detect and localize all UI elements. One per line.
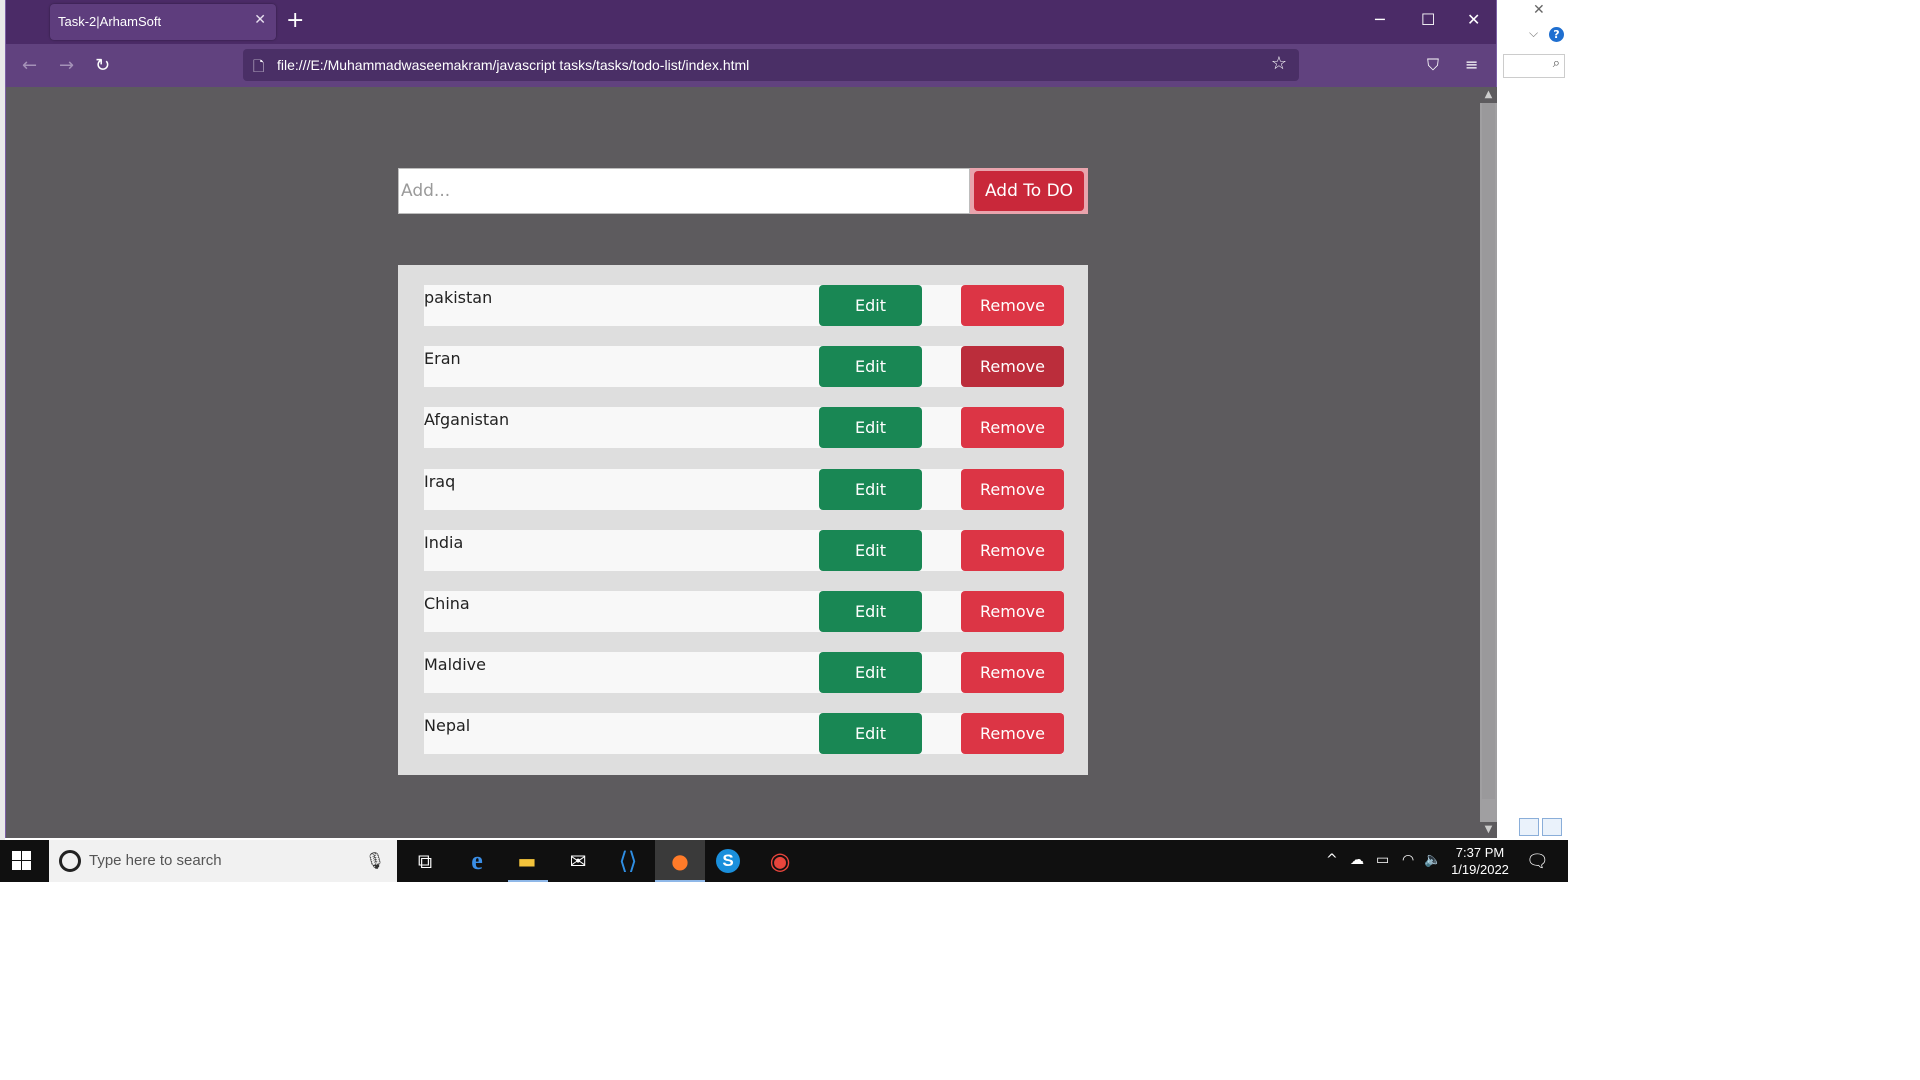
taskbar-search[interactable]: Type here to search 🎙	[49, 840, 397, 882]
remove-button[interactable]: Remove	[961, 346, 1064, 387]
todo-item-text: India	[424, 533, 464, 552]
todo-item-text: Eran	[424, 349, 461, 368]
new-tab-button[interactable]: +	[286, 8, 304, 33]
tab-bar: Task-2|ArhamSoft ✕ + ─ ☐ ✕	[6, 0, 1496, 44]
mail-icon[interactable]: ✉	[564, 847, 592, 875]
firefox-window: Task-2|ArhamSoft ✕ + ─ ☐ ✕ ← → ↻ 🗋 file:…	[5, 0, 1497, 838]
notification-icon[interactable]: 🗨	[1526, 851, 1549, 872]
clock-date: 1/19/2022	[1451, 862, 1509, 877]
todo-item: Nepal Edit Remove	[424, 713, 1064, 754]
chevron-down-icon[interactable]: ⌵	[1529, 26, 1538, 41]
todo-item: India Edit Remove	[424, 530, 1064, 571]
taskbar-search-placeholder: Type here to search	[89, 852, 222, 869]
todo-item-text: Maldive	[424, 655, 486, 674]
chrome-icon[interactable]: ◉	[766, 847, 794, 875]
menu-icon[interactable]: ≡	[1465, 55, 1478, 74]
task-view-icon[interactable]: ⧉	[411, 847, 439, 875]
remove-button[interactable]: Remove	[961, 713, 1064, 754]
firefox-active-indicator	[655, 880, 705, 882]
remove-button[interactable]: Remove	[961, 285, 1064, 326]
todo-item: Eran Edit Remove	[424, 346, 1064, 387]
cortana-icon	[59, 850, 81, 872]
url-text[interactable]: file:///E:/Muhammadwaseemakram/javascrip…	[277, 57, 749, 73]
minimize-icon[interactable]: ─	[1375, 10, 1385, 29]
file-explorer-active-indicator	[508, 880, 548, 882]
edit-button[interactable]: Edit	[819, 652, 922, 693]
remove-button[interactable]: Remove	[961, 591, 1064, 632]
todo-item-text: Nepal	[424, 716, 471, 735]
todo-list: pakistan Edit Remove Eran Edit Remove Afganist…	[398, 265, 1088, 775]
battery-icon[interactable]: ▭	[1376, 852, 1389, 868]
bookmark-star-icon[interactable]: ☆	[1271, 53, 1287, 74]
remove-button[interactable]: Remove	[961, 530, 1064, 571]
scrollbar-thumb[interactable]	[1482, 103, 1495, 799]
edit-button[interactable]: Edit	[819, 285, 922, 326]
window-close-icon[interactable]: ✕	[1467, 10, 1480, 29]
windows-taskbar: Type here to search 🎙 ⧉ e ▬ ✉ ⟨⟩ ● S ◉ ^…	[0, 840, 1568, 882]
todo-item-text: pakistan	[424, 288, 493, 307]
todo-item: Maldive Edit Remove	[424, 652, 1064, 693]
remove-button[interactable]: Remove	[961, 469, 1064, 510]
address-bar[interactable]: 🗋 file:///E:/Muhammadwaseemakram/javascr…	[243, 49, 1299, 81]
todo-item-text: Iraq	[424, 472, 456, 491]
page-content: Add To DO pakistan Edit Remove Eran Edit Remo…	[6, 87, 1480, 838]
maximize-icon[interactable]: ☐	[1421, 10, 1435, 29]
background-search-box[interactable]: ⌕	[1503, 54, 1565, 78]
edit-button[interactable]: Edit	[819, 407, 922, 448]
add-todo-form: Add To DO	[398, 168, 1088, 214]
reload-icon[interactable]: ↻	[95, 55, 110, 76]
scroll-up-icon[interactable]: ▲	[1480, 87, 1497, 103]
search-icon: ⌕	[1552, 56, 1560, 71]
wifi-icon[interactable]: ◠	[1402, 852, 1414, 868]
background-app-window: ✕ ⌵ ? ⌕	[1497, 0, 1568, 840]
edit-button[interactable]: Edit	[819, 591, 922, 632]
windows-start-icon[interactable]	[12, 851, 32, 871]
vscode-icon[interactable]: ⟨⟩	[614, 847, 642, 875]
remove-button[interactable]: Remove	[961, 407, 1064, 448]
todo-item-text: China	[424, 594, 470, 613]
navigation-toolbar: ← → ↻ 🗋 file:///E:/Muhammadwaseemakram/j…	[6, 44, 1496, 87]
pocket-icon[interactable]: ⛉	[1427, 55, 1439, 75]
edit-button[interactable]: Edit	[819, 346, 922, 387]
details-view-icon[interactable]	[1519, 818, 1539, 836]
close-icon[interactable]: ✕	[1533, 2, 1545, 18]
todo-input[interactable]	[398, 168, 970, 214]
edit-button[interactable]: Edit	[819, 469, 922, 510]
edge-icon[interactable]: e	[463, 847, 491, 875]
todo-item-text: Afganistan	[424, 410, 510, 429]
edit-button[interactable]: Edit	[819, 530, 922, 571]
remove-button[interactable]: Remove	[961, 652, 1064, 693]
file-explorer-icon[interactable]: ▬	[513, 847, 541, 875]
tab-title: Task-2|ArhamSoft	[58, 14, 162, 29]
tray-chevron-icon[interactable]: ^	[1326, 852, 1338, 868]
clock-time: 7:37 PM	[1455, 845, 1505, 860]
page-scrollbar[interactable]: ▲ ▼	[1480, 87, 1497, 838]
page-icon: 🗋	[253, 59, 265, 75]
volume-icon[interactable]: 🔈	[1424, 852, 1441, 868]
edit-button[interactable]: Edit	[819, 713, 922, 754]
onedrive-icon[interactable]: ☁	[1350, 852, 1364, 868]
todo-item: Afganistan Edit Remove	[424, 407, 1064, 448]
tab-close-icon[interactable]: ✕	[254, 12, 266, 28]
forward-arrow-icon[interactable]: →	[59, 55, 74, 76]
skype-icon[interactable]: S	[716, 849, 740, 873]
scroll-down-icon[interactable]: ▼	[1480, 822, 1497, 838]
todo-item: Iraq Edit Remove	[424, 469, 1064, 510]
preview-view-icon[interactable]	[1542, 818, 1562, 836]
help-icon[interactable]: ?	[1549, 27, 1564, 42]
microphone-icon[interactable]: 🎙	[365, 851, 385, 870]
add-button-focus-ring: Add To DO	[970, 168, 1088, 214]
tab-active[interactable]: Task-2|ArhamSoft ✕	[50, 4, 276, 40]
system-clock[interactable]: 7:37 PM 1/19/2022	[1444, 844, 1516, 878]
firefox-icon[interactable]: ●	[666, 847, 694, 875]
todo-item: pakistan Edit Remove	[424, 285, 1064, 326]
view-toggle-buttons	[1519, 818, 1565, 840]
todo-item: China Edit Remove	[424, 591, 1064, 632]
back-arrow-icon[interactable]: ←	[22, 55, 37, 76]
add-todo-button[interactable]: Add To DO	[974, 171, 1084, 211]
